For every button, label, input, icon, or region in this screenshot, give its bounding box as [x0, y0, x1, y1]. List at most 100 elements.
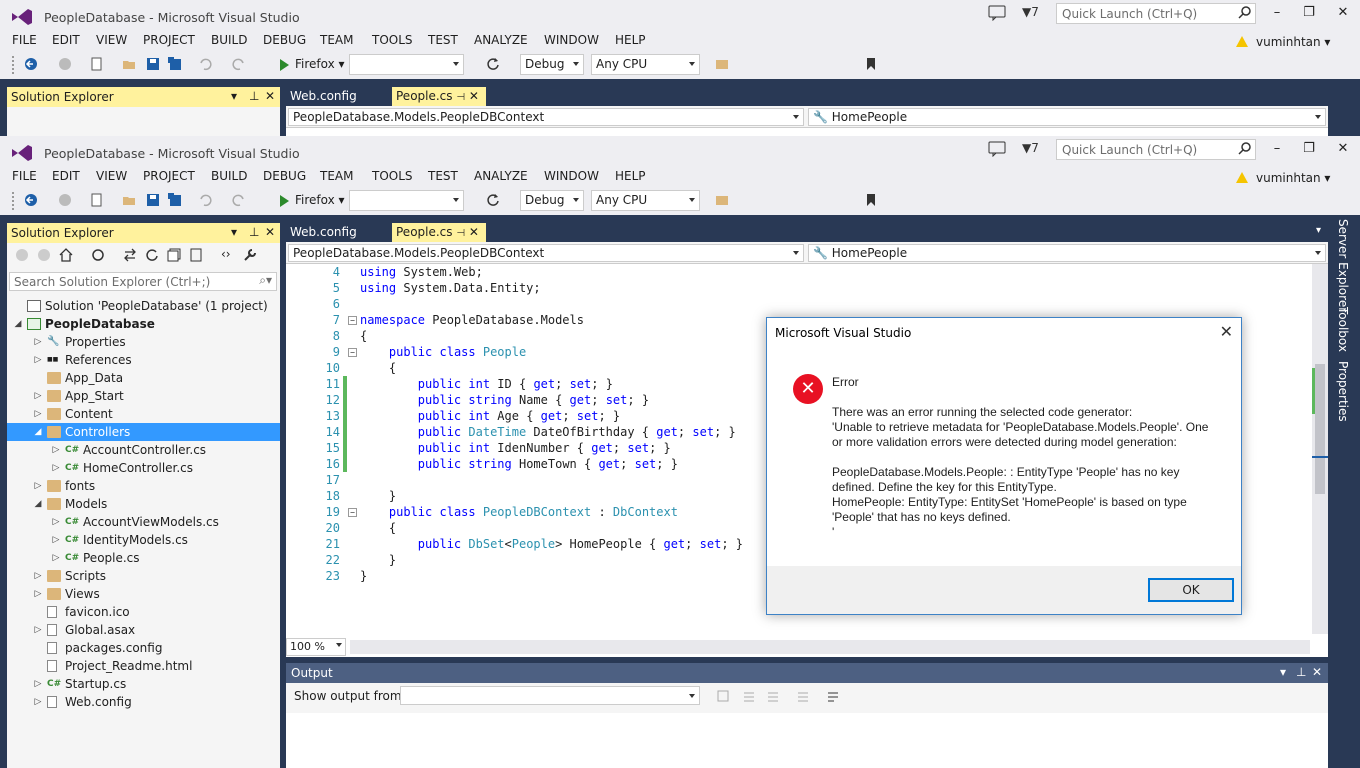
- bookmark-icon[interactable]: [864, 57, 878, 71]
- expand-arrow-icon[interactable]: ▷: [33, 405, 43, 423]
- output-source-combo[interactable]: [400, 686, 700, 705]
- feedback-filter-count[interactable]: ▼7: [1022, 5, 1039, 19]
- code-line[interactable]: 6: [286, 296, 1310, 312]
- tree-item-content[interactable]: ▷ Content: [7, 405, 280, 423]
- menu-project[interactable]: PROJECT: [143, 169, 195, 183]
- start-debugging-icon[interactable]: [280, 59, 289, 71]
- fold-toggle-icon[interactable]: −: [348, 348, 357, 357]
- find-in-files-icon[interactable]: [715, 193, 729, 207]
- menu-analyze[interactable]: ANALYZE: [474, 169, 528, 183]
- word-wrap-icon[interactable]: [826, 689, 840, 703]
- close-window-button[interactable]: ✕: [1332, 141, 1354, 159]
- solution-config-combo-disabled[interactable]: [349, 190, 464, 211]
- minimize-button[interactable]: –: [1266, 5, 1288, 23]
- tree-item-identitymodels-cs[interactable]: ▷ C# IdentityModels.cs: [7, 531, 280, 549]
- menu-build[interactable]: BUILD: [211, 33, 247, 47]
- toolbar-grip[interactable]: [12, 56, 16, 74]
- pending-changes-filter-icon[interactable]: [91, 248, 105, 262]
- toolbar-grip[interactable]: [12, 192, 16, 210]
- expand-arrow-icon[interactable]: ▷: [51, 459, 61, 477]
- tree-item-fonts[interactable]: ▷ fonts: [7, 477, 280, 495]
- collapse-all-icon[interactable]: [167, 248, 181, 262]
- run-target-button[interactable]: Firefox ▾: [295, 57, 345, 71]
- expand-arrow-icon[interactable]: ▷: [33, 693, 43, 711]
- menu-debug[interactable]: DEBUG: [263, 169, 306, 183]
- expand-arrow-icon[interactable]: ▷: [51, 513, 61, 531]
- tree-item-scripts[interactable]: ▷ Scripts: [7, 567, 280, 585]
- expand-arrow-icon[interactable]: ▷: [33, 387, 43, 405]
- menu-build[interactable]: BUILD: [211, 169, 247, 183]
- configuration-combo[interactable]: Debug: [520, 190, 584, 211]
- expand-arrow-icon[interactable]: ▷: [51, 549, 61, 567]
- solution-explorer-title[interactable]: Solution Explorer ▾ ⊥ ✕: [7, 223, 280, 243]
- refresh-icon[interactable]: [486, 57, 500, 71]
- menu-help[interactable]: HELP: [615, 33, 646, 47]
- close-panel-icon[interactable]: ✕: [1312, 665, 1322, 679]
- new-project-icon[interactable]: [90, 193, 104, 207]
- pin-tab-icon[interactable]: ⊣: [456, 92, 465, 103]
- save-icon[interactable]: [146, 193, 160, 207]
- member-navigation-combo[interactable]: 🔧 HomePeople: [808, 108, 1326, 126]
- tree-item-references[interactable]: ▷ ■■ References: [7, 351, 280, 369]
- tree-item-homecontroller-cs[interactable]: ▷ C# HomeController.cs: [7, 459, 280, 477]
- start-debugging-icon[interactable]: [280, 195, 289, 207]
- pin-icon[interactable]: ⊥: [249, 225, 259, 239]
- tab-web-config[interactable]: Web.config: [286, 87, 361, 106]
- pin-tab-icon[interactable]: ⊣: [456, 228, 465, 239]
- tree-item-app-start[interactable]: ▷ App_Start: [7, 387, 280, 405]
- tab-people-cs[interactable]: People.cs ⊣ ✕: [392, 87, 486, 106]
- next-message-icon[interactable]: [766, 689, 780, 703]
- solution-explorer-search-input[interactable]: Search Solution Explorer (Ctrl+;) ⌕▾: [9, 272, 277, 291]
- back-icon[interactable]: [24, 193, 38, 207]
- tree-item-models[interactable]: ◢ Models: [7, 495, 280, 513]
- feedback-filter-count[interactable]: ▼7: [1022, 141, 1039, 155]
- zoom-combo[interactable]: 100 %: [286, 638, 346, 656]
- menu-view[interactable]: VIEW: [96, 33, 127, 47]
- member-navigation-combo[interactable]: 🔧 HomePeople: [808, 244, 1326, 262]
- menu-analyze[interactable]: ANALYZE: [474, 33, 528, 47]
- run-target-button[interactable]: Firefox ▾: [295, 193, 345, 207]
- home-icon[interactable]: [59, 248, 73, 262]
- tree-item-global-asax[interactable]: ▷ Global.asax: [7, 621, 280, 639]
- menu-team[interactable]: TEAM: [320, 169, 353, 183]
- pin-icon[interactable]: ⊥: [249, 89, 259, 103]
- tab-overflow-icon[interactable]: ▾: [1316, 225, 1321, 236]
- menu-file[interactable]: FILE: [12, 33, 37, 47]
- expand-arrow-icon[interactable]: ▷: [33, 567, 43, 585]
- maximize-button[interactable]: ❐: [1298, 141, 1320, 159]
- close-panel-icon[interactable]: ✕: [265, 225, 275, 239]
- menu-tools[interactable]: TOOLS: [372, 33, 413, 47]
- tree-item-packages-config[interactable]: packages.config: [7, 639, 280, 657]
- editor-horizontal-scrollbar[interactable]: [350, 640, 1310, 654]
- tree-item-favicon-ico[interactable]: favicon.ico: [7, 603, 280, 621]
- back-icon[interactable]: [15, 248, 29, 262]
- platform-combo[interactable]: Any CPU: [591, 54, 700, 75]
- close-panel-icon[interactable]: ✕: [265, 89, 275, 103]
- properties-wrench-icon[interactable]: [243, 248, 257, 262]
- close-window-button[interactable]: ✕: [1332, 5, 1354, 23]
- find-message-icon[interactable]: [716, 689, 730, 703]
- forward-icon[interactable]: [58, 193, 72, 207]
- fold-toggle-icon[interactable]: −: [348, 508, 357, 517]
- menu-debug[interactable]: DEBUG: [263, 33, 306, 47]
- refresh-icon[interactable]: [486, 193, 500, 207]
- collapse-arrow-icon[interactable]: ◢: [13, 315, 23, 333]
- expand-arrow-icon[interactable]: ▷: [33, 333, 43, 351]
- undo-icon[interactable]: [198, 193, 212, 207]
- menu-edit[interactable]: EDIT: [52, 169, 80, 183]
- menu-window[interactable]: WINDOW: [544, 169, 599, 183]
- menu-project[interactable]: PROJECT: [143, 33, 195, 47]
- menu-window[interactable]: WINDOW: [544, 33, 599, 47]
- code-line[interactable]: 4 using System.Web;: [286, 264, 1310, 280]
- menu-help[interactable]: HELP: [615, 169, 646, 183]
- menu-edit[interactable]: EDIT: [52, 33, 80, 47]
- collapse-arrow-icon[interactable]: ◢: [33, 423, 43, 441]
- refresh-icon[interactable]: [145, 248, 159, 262]
- menu-test[interactable]: TEST: [428, 33, 458, 47]
- close-tab-icon[interactable]: ✕: [469, 225, 479, 239]
- user-account[interactable]: vuminhtan ▾: [1236, 35, 1330, 49]
- show-all-files-icon[interactable]: [189, 248, 203, 262]
- panel-dropdown-icon[interactable]: ▾: [1280, 665, 1286, 679]
- tree-item-web-config[interactable]: ▷ Web.config: [7, 693, 280, 711]
- menu-view[interactable]: VIEW: [96, 169, 127, 183]
